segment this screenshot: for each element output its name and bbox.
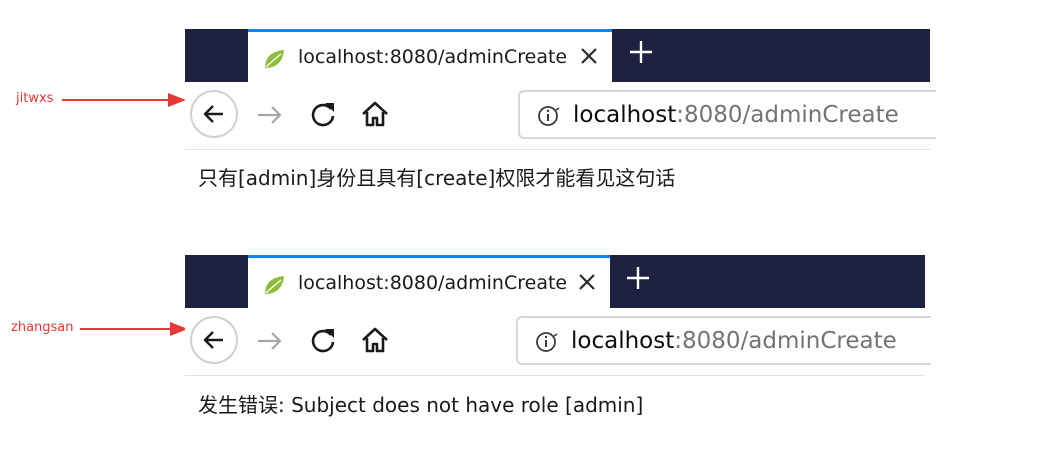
- browser-tab[interactable]: localhost:8080/adminCreate: [248, 29, 612, 82]
- back-button[interactable]: [190, 90, 238, 138]
- home-icon[interactable]: [359, 324, 391, 356]
- back-arrow-icon: [203, 331, 223, 349]
- forward-arrow-icon[interactable]: [255, 326, 285, 356]
- spring-leaf-icon: [265, 276, 284, 294]
- info-icon[interactable]: [535, 330, 559, 354]
- tab-title: localhost:8080/adminCreate: [298, 272, 568, 294]
- url-host: localhost: [573, 102, 677, 128]
- page-message: 发生错误: Subject does not have role [admin]: [198, 393, 644, 417]
- url-host: localhost: [571, 328, 675, 354]
- browser-tab[interactable]: localhost:8080/adminCreate: [248, 255, 610, 308]
- forward-arrow-icon[interactable]: [255, 100, 285, 130]
- back-arrow-icon: [203, 105, 223, 123]
- home-icon[interactable]: [359, 98, 391, 130]
- browser-window-zhangsan: localhost:8080/adminCreate localhost:808…: [185, 255, 931, 435]
- annotation-label: zhangsan: [11, 320, 74, 335]
- url-path: :8080/adminCreate: [676, 102, 899, 128]
- url-text: localhost:8080/adminCreate: [571, 327, 897, 355]
- tab-strip: localhost:8080/adminCreate: [185, 29, 930, 82]
- plus-icon[interactable]: [624, 264, 652, 292]
- page-message: 只有[admin]身份且具有[create]权限才能看见这句话: [198, 166, 676, 190]
- reload-icon[interactable]: [308, 99, 338, 129]
- plus-icon[interactable]: [627, 38, 655, 66]
- tab-strip: localhost:8080/adminCreate: [185, 255, 925, 308]
- url-path: :8080/adminCreate: [674, 328, 897, 354]
- nav-toolbar: localhost:8080/adminCreate: [185, 308, 931, 376]
- nav-toolbar: localhost:8080/adminCreate: [185, 82, 936, 150]
- url-bar[interactable]: localhost:8080/adminCreate: [518, 90, 936, 139]
- info-icon[interactable]: [537, 104, 561, 128]
- back-button[interactable]: [190, 316, 238, 364]
- spring-leaf-icon: [265, 50, 284, 68]
- url-text: localhost:8080/adminCreate: [573, 101, 899, 129]
- tab-title: localhost:8080/adminCreate: [298, 46, 568, 68]
- browser-window-jitwxs: localhost:8080/adminCreate localhost:808…: [185, 29, 936, 209]
- url-bar[interactable]: localhost:8080/adminCreate: [516, 316, 931, 365]
- annotation-arrow-icon: [62, 93, 186, 107]
- reload-icon[interactable]: [308, 325, 338, 355]
- close-icon[interactable]: [574, 269, 600, 295]
- annotation-label: jitwxs: [16, 91, 54, 106]
- close-icon[interactable]: [576, 43, 602, 69]
